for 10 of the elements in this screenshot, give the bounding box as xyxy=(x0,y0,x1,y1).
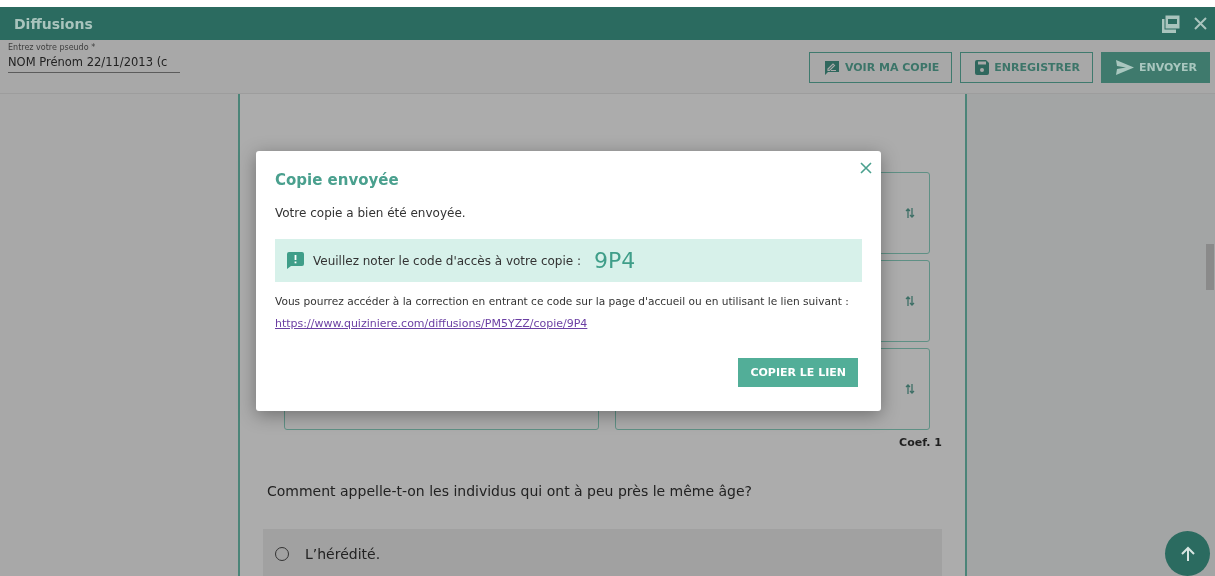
option-label: L’hérédité. xyxy=(305,546,381,562)
coefficient-label: Coef. 1 xyxy=(898,436,942,449)
field-label: Entrez votre pseudo * xyxy=(8,43,97,52)
question-text: Comment appelle-t-on les individus qui ont à peu près le même âge? xyxy=(267,483,754,499)
notice-text: Veuillez noter le code d'accès à votre copie : xyxy=(313,253,582,268)
info-text: Vous pourrez accéder à la correction en entrant ce code sur la page d'accueil ou en utilisant le lien suivant : xyxy=(275,295,849,307)
dialog-message: Votre copie a bien été envoyée. xyxy=(275,206,467,220)
window-title: Diffusions xyxy=(14,15,94,32)
access-code: 9P4 xyxy=(594,248,636,273)
dialog-title: Copie envoyée xyxy=(275,171,400,189)
